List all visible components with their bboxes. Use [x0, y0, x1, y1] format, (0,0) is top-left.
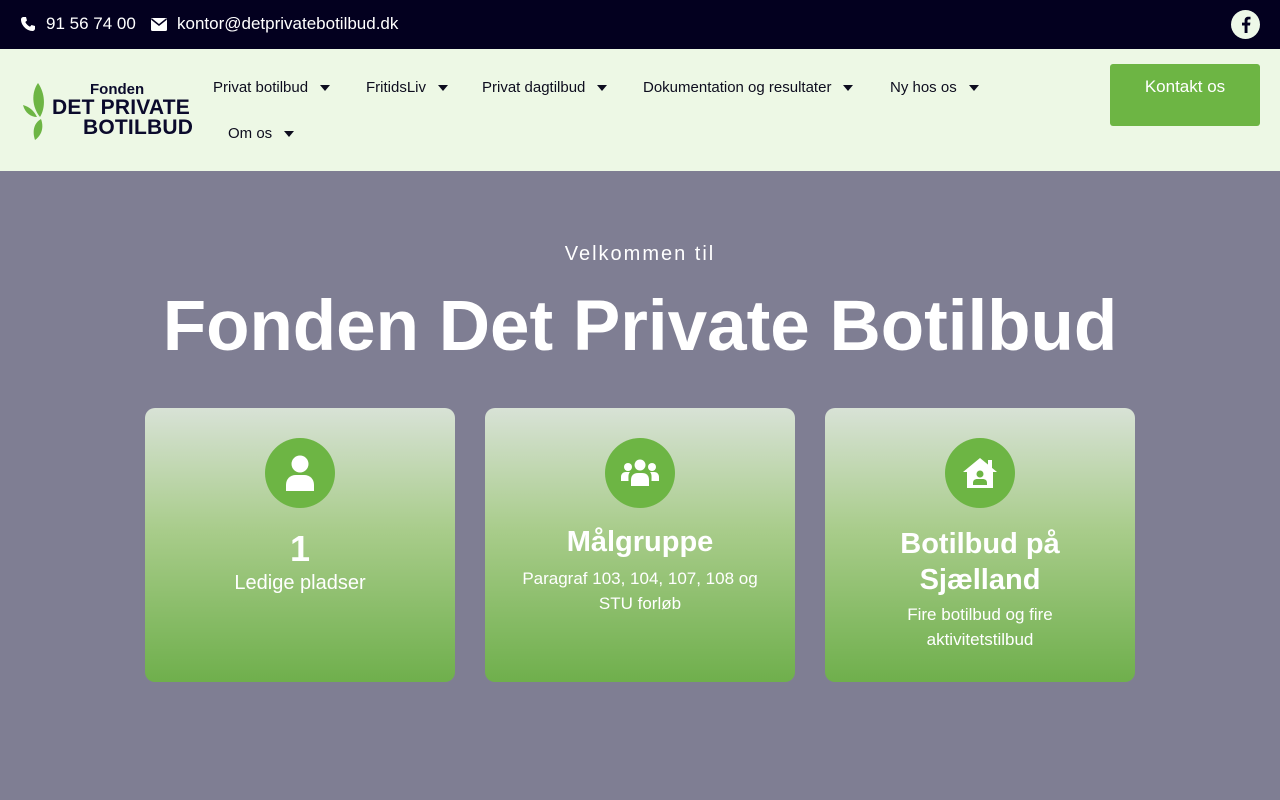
users-icon [621, 459, 659, 486]
nav-item-om-os[interactable]: Om os [228, 125, 295, 142]
nav-item-fritidsliv[interactable]: FritidsLiv [366, 79, 449, 96]
house-user-icon [963, 458, 997, 488]
nav-item-label: Om os [228, 125, 273, 142]
info-card-malgruppe: Målgruppe Paragraf 103, 104, 107, 108 og… [485, 408, 795, 682]
site-logo[interactable]: Fonden DET PRIVATE BOTILBUD [22, 80, 194, 142]
nav-item-label: Privat botilbud [213, 79, 309, 96]
caret-down-icon [320, 84, 331, 91]
caret-down-icon [597, 84, 608, 91]
info-card-botilbud: Botilbud på Sjælland Fire botilbud og fi… [825, 408, 1135, 682]
nav-item-label: FritidsLiv [366, 79, 427, 96]
hero-title: Fonden Det Private Botilbud [162, 287, 1118, 366]
nav-item-ny-hos-os[interactable]: Ny hos os [890, 79, 979, 96]
facebook-icon [1241, 16, 1250, 33]
envelope-icon [151, 17, 167, 31]
card-text: Paragraf 103, 104, 107, 108 og STU forlø… [522, 569, 758, 613]
card-heading: 1 [289, 528, 311, 569]
nav-item-dokumentation[interactable]: Dokumentation og resultater [643, 79, 854, 96]
contact-button[interactable]: Kontakt os [1110, 64, 1260, 126]
card-icon-badge [605, 438, 675, 508]
logo-line-3: BOTILBUD [83, 116, 194, 139]
phone-number: 91 56 74 00 [46, 14, 136, 33]
email-address: kontor@detprivatebotilbud.dk [177, 14, 399, 33]
info-card-ledige-pladser: 1 Ledige pladser [145, 408, 455, 682]
top-contact-bar: 91 56 74 00 kontor@detprivatebotilbud.dk [0, 0, 1280, 49]
phone-contact[interactable]: 91 56 74 00 [20, 14, 136, 34]
nav-item-privat-botilbud[interactable]: Privat botilbud [213, 79, 331, 96]
nav-item-label: Ny hos os [890, 79, 957, 96]
card-heading: Botilbud på Sjælland [900, 528, 1060, 596]
facebook-link[interactable] [1231, 10, 1260, 39]
site-header: Fonden DET PRIVATE BOTILBUD Privat botil… [0, 49, 1280, 171]
caret-down-icon [438, 84, 449, 91]
card-icon-badge [265, 438, 335, 508]
caret-down-icon [843, 84, 854, 91]
email-contact[interactable]: kontor@detprivatebotilbud.dk [151, 14, 398, 34]
nav-item-privat-dagtilbud[interactable]: Privat dagtilbud [482, 79, 608, 96]
user-icon [286, 455, 314, 491]
card-icon-badge [945, 438, 1015, 508]
card-heading: Målgruppe [566, 526, 714, 558]
nav-item-label: Dokumentation og resultater [643, 79, 832, 96]
phone-icon [21, 17, 35, 31]
card-text: Ledige pladser [234, 572, 366, 594]
caret-down-icon [284, 130, 295, 137]
contact-button-label: Kontakt os [1144, 77, 1226, 96]
nav-item-label: Privat dagtilbud [482, 79, 586, 96]
caret-down-icon [968, 84, 979, 91]
card-text: Fire botilbud og fire aktivitetstilbud [907, 605, 1053, 649]
hero-subtitle: Velkommen til [564, 243, 716, 265]
